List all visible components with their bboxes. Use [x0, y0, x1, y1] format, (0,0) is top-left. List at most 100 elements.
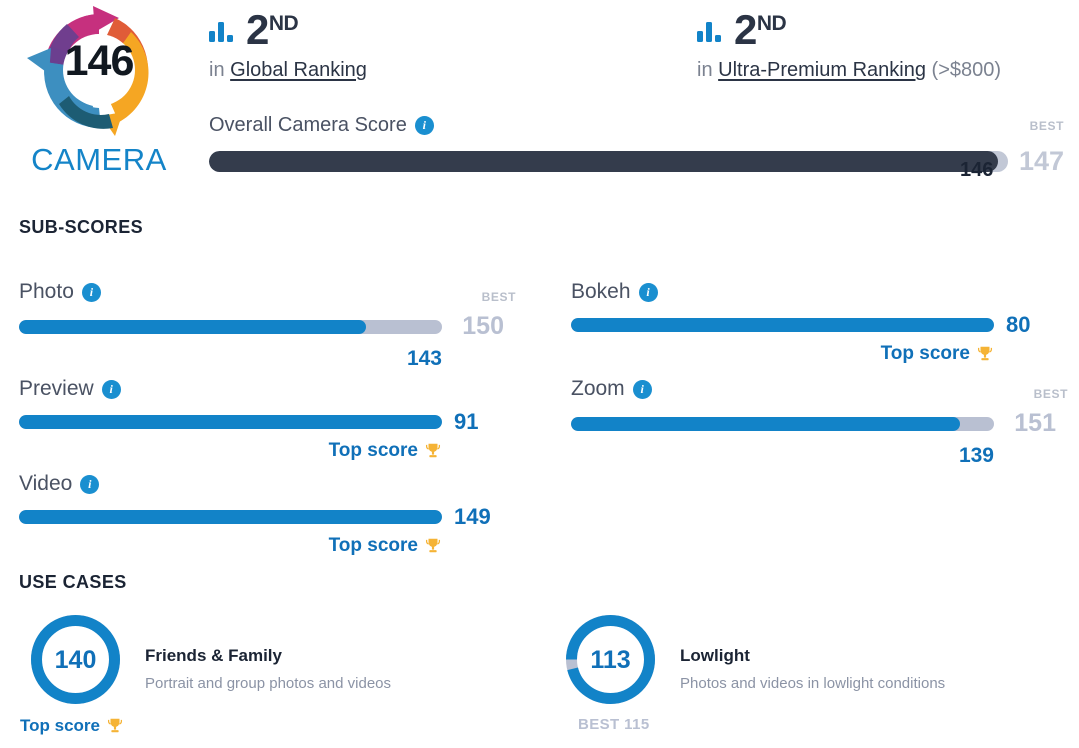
subscore-photo-track — [19, 319, 442, 334]
subscore-photo-fill — [19, 319, 366, 334]
subscore-preview-header: Preview i — [19, 375, 516, 401]
subscore-video-name: Video — [19, 472, 73, 495]
usecase-lowlight: 113 Lowlight Photos and videos in lowlig… — [563, 612, 945, 707]
subscore-zoom-best-value: 151 — [1014, 409, 1056, 437]
ranking-ultra-premium-ordinal: ND — [756, 12, 787, 35]
overall-best-value: 147 — [1018, 146, 1064, 176]
info-icon[interactable]: i — [638, 282, 658, 302]
usecase-friends-family-ring: 140 — [28, 612, 123, 707]
subscore-bokeh-value: 80 — [1006, 312, 1031, 337]
subscore-zoom-value: 139 — [958, 444, 994, 467]
ranking-ultra-premium-number: 2 — [734, 6, 757, 53]
subscore-zoom-title-group: Zoom i — [571, 377, 652, 401]
overall-score-title-group: Overall Camera Score i — [209, 114, 434, 137]
badge-category-label: CAMERA — [31, 142, 167, 177]
bar-chart-icon — [209, 21, 233, 42]
subscore-preview-fill — [19, 415, 442, 429]
ultra-premium-ranking-link[interactable]: Ultra-Premium Ranking — [718, 59, 926, 81]
usecase-friends-family-value: 140 — [54, 646, 97, 674]
subscore-zoom-best-label: BEST — [1033, 387, 1068, 401]
usecases-heading: USE CASES — [19, 572, 127, 592]
subscore-bokeh-header: Bokeh i — [571, 278, 1068, 304]
subscore-zoom-bar-wrap — [571, 416, 994, 431]
usecase-lowlight-name: Lowlight — [680, 646, 750, 665]
ranking-global-position: 2 ND — [246, 6, 299, 53]
usecase-friends-family-footer: Top score — [20, 716, 124, 736]
subscore-zoom-track — [571, 416, 994, 431]
subscore-photo-bar-wrap — [19, 319, 442, 334]
subscore-video-title-group: Video i — [19, 472, 100, 496]
overall-score-track — [209, 151, 1008, 172]
subscore-photo-bar-row: 150 — [19, 312, 516, 341]
overall-score-header: Overall Camera Score i BEST — [209, 114, 1064, 137]
subscore-video-top-score: Top score — [19, 535, 442, 557]
subscore-preview-title-group: Preview i — [19, 377, 121, 401]
overall-score-fill — [209, 151, 998, 172]
subscore-preview-name: Preview — [19, 377, 94, 400]
info-icon[interactable]: i — [81, 282, 101, 302]
info-icon[interactable]: i — [80, 474, 100, 494]
subscores-heading: SUB-SCORES — [19, 217, 144, 237]
subscore-bokeh-bar-row: 80 — [571, 312, 1068, 338]
subscore-row-bokeh: Bokeh i 80 Top score — [571, 278, 1068, 365]
subscore-photo-name: Photo — [19, 280, 74, 303]
subscore-photo-best-value: 150 — [462, 312, 504, 340]
ranking-global-ordinal: ND — [268, 12, 299, 35]
subscore-zoom-fill — [571, 416, 961, 431]
usecase-lowlight-footer: BEST 115 — [578, 716, 650, 733]
subscore-row-zoom: Zoom i BEST 151 139 — [571, 375, 1068, 468]
subscore-row-preview: Preview i 91 Top score — [19, 375, 516, 462]
trophy-icon — [107, 718, 123, 733]
ranking-ultra-premium-position: 2 ND — [734, 6, 787, 53]
subscore-video-top-score-label: Top score — [328, 535, 418, 556]
global-ranking-link[interactable]: Global Ranking — [230, 59, 367, 81]
subscore-preview-top-score: Top score — [19, 440, 442, 462]
subscore-row-video: Video i 149 Top score — [19, 470, 516, 557]
usecase-lowlight-value: 113 — [590, 646, 631, 674]
overall-best-label: BEST — [1029, 118, 1064, 133]
subscore-bokeh-bar-wrap — [571, 318, 994, 332]
info-icon[interactable]: i — [632, 379, 652, 399]
subscore-video-track — [19, 510, 442, 524]
usecase-friends-family-text: Friends & Family Portrait and group phot… — [145, 612, 391, 692]
subscore-photo-best-label: BEST — [481, 290, 516, 304]
info-icon[interactable]: i — [414, 116, 434, 135]
subscore-bokeh-fill — [571, 318, 994, 332]
ranking-global: 2 ND in Global Ranking — [209, 6, 367, 82]
subscore-video-fill — [19, 510, 442, 524]
subscore-bokeh-top-score-label: Top score — [880, 343, 970, 364]
usecase-friends-family-desc: Portrait and group photos and videos — [145, 675, 391, 692]
subscore-video-header: Video i — [19, 470, 516, 496]
dxomark-camera-scorecard: 146 CAMERA 2 ND in Global Ranking 2 ND i… — [0, 0, 1079, 748]
ultra-premium-price-note: (>$800) — [931, 58, 1002, 81]
subscore-photo-header: Photo i BEST — [19, 278, 516, 304]
ranking-global-subtitle: in Global Ranking — [209, 59, 367, 82]
usecase-lowlight-text: Lowlight Photos and videos in lowlight c… — [680, 612, 945, 692]
subscore-row-photo: Photo i BEST 150 143 — [19, 278, 516, 371]
ranking-global-number: 2 — [246, 6, 269, 53]
usecase-lowlight-best-label: BEST 115 — [578, 716, 650, 733]
subscore-zoom-header: Zoom i BEST — [571, 375, 1068, 401]
ranking-global-prefix: in — [209, 58, 225, 81]
ranking-ultra-premium-subtitle: in Ultra-Premium Ranking (>$800) — [697, 59, 1001, 82]
ranking-ultra-premium-prefix: in — [697, 58, 713, 81]
trophy-icon — [977, 346, 993, 361]
overall-camera-score: Overall Camera Score i BEST 147 — [209, 114, 1064, 177]
usecase-friends-family: 140 Friends & Family Portrait and group … — [28, 612, 391, 707]
subscore-video-bar-row: 149 — [19, 504, 516, 530]
subscore-preview-top-score-label: Top score — [328, 440, 418, 461]
ranking-ultra-premium-position-row: 2 ND — [697, 6, 1001, 53]
bar-chart-icon — [697, 21, 721, 42]
overall-score-title: Overall Camera Score — [209, 114, 407, 136]
subscore-video-bar-wrap — [19, 510, 442, 524]
subscore-zoom-name: Zoom — [571, 377, 625, 400]
info-icon[interactable]: i — [101, 379, 121, 399]
usecase-lowlight-ring: 113 — [563, 612, 658, 707]
usecase-friends-family-name: Friends & Family — [145, 646, 282, 665]
subscore-preview-bar-wrap — [19, 415, 442, 429]
subscore-bokeh-name: Bokeh — [571, 280, 631, 303]
trophy-icon — [425, 443, 441, 458]
subscore-photo-title-group: Photo i — [19, 280, 101, 304]
usecase-lowlight-desc: Photos and videos in lowlight conditions — [680, 675, 946, 692]
score-ring-logo: 146 — [23, 4, 175, 140]
